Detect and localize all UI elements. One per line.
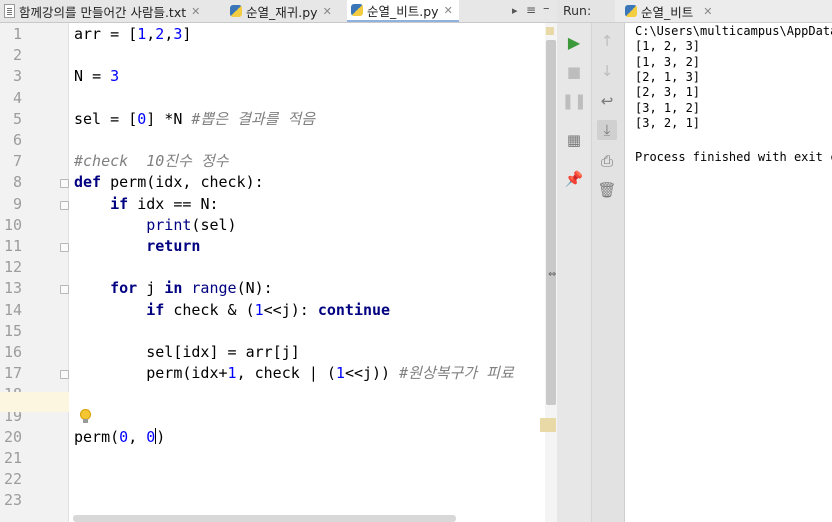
code-editor[interactable]: arr = [1,2,3] N = 3 sel = [0] *N #뽑은 결과를 적… (69, 23, 547, 522)
tab-perm-bit[interactable]: 순열_비트.py ✕ (347, 0, 459, 22)
fold-marker-icon[interactable] (60, 285, 69, 295)
line-number: 14 (3, 300, 22, 319)
line-number: 8 (12, 173, 22, 192)
console-line: C:\Users\multicampus\AppData (635, 24, 832, 38)
tab-people-txt[interactable]: 함께강의를 만들어간 사람들.txt ✕ (4, 0, 200, 22)
run-console[interactable]: C:\Users\multicampus\AppData [1, 2, 3] [1,… (625, 23, 832, 522)
line-number: 23 (3, 491, 22, 510)
fold-marker-icon[interactable] (60, 179, 69, 189)
tab-perm-recursive[interactable]: 순열_재귀.py ✕ (230, 0, 332, 22)
line-number: 10 (3, 215, 22, 234)
run-tab[interactable]: 순열_비트 ✕ (615, 0, 832, 22)
code-line[interactable]: perm(0, 0) (74, 427, 165, 448)
fold-marker-icon[interactable] (60, 370, 69, 380)
close-icon[interactable]: ✕ (703, 5, 712, 18)
fold-marker-icon[interactable] (60, 200, 69, 210)
lightbulb-icon[interactable] (80, 409, 91, 423)
caret-marker (540, 418, 556, 432)
line-number: 22 (3, 470, 22, 489)
console-line: [1, 2, 3] (635, 39, 701, 54)
stop-icon[interactable]: ■ (564, 62, 584, 82)
code-line[interactable]: perm(idx+1, check | (1<<j)) #원상복구가 피료 (74, 363, 514, 384)
run-tab-label: 순열_비트 (641, 4, 694, 20)
close-icon[interactable]: ✕ (191, 5, 200, 18)
run-toolbar-primary: ▶ ■ ❚❚ ▦ 📌 (557, 23, 592, 522)
inspection-marker-icon[interactable] (546, 27, 554, 35)
console-line: [2, 3, 1] (635, 85, 701, 100)
code-line[interactable]: N = 3 (74, 66, 119, 87)
down-arrow-icon[interactable]: ↓ (597, 61, 617, 81)
layout-icon[interactable]: ▦ (564, 130, 584, 150)
fold-marker-icon[interactable] (60, 243, 69, 252)
line-number: 5 (12, 109, 22, 128)
line-number: 12 (3, 258, 22, 277)
console-line: [3, 2, 1] (635, 115, 701, 130)
code-line[interactable]: sel[idx] = arr[j] (74, 342, 300, 363)
editor-tab-bar: 함께강의를 만들어간 사람들.txt ✕ 순열_재귀.py ✕ 순열_비트.py… (0, 0, 557, 23)
rerun-icon[interactable]: ▶ (564, 32, 584, 52)
line-number: 4 (12, 88, 22, 107)
code-line[interactable]: def perm(idx, check): (74, 172, 264, 193)
resize-handle-icon[interactable]: ⇔ (548, 269, 556, 280)
line-number: 1 (12, 25, 22, 43)
soft-wrap-icon[interactable]: ↩ (597, 91, 617, 111)
line-number: 2 (12, 46, 22, 65)
python-file-icon (351, 4, 363, 16)
pin-icon[interactable]: 📌 (564, 169, 584, 189)
line-number: 21 (3, 449, 22, 467)
code-line[interactable]: return (74, 236, 200, 257)
trash-icon[interactable]: 🗑 (597, 180, 617, 200)
tab-label: 함께강의를 만들어간 사람들.txt (19, 4, 187, 20)
line-number: 15 (3, 321, 22, 340)
console-line: [3, 1, 2] (635, 100, 701, 115)
text-file-icon (4, 4, 15, 18)
code-line[interactable]: if check & (1<<j): continue (74, 300, 390, 321)
python-file-icon (230, 5, 242, 17)
minimize-icon[interactable]: – (543, 1, 550, 16)
line-number: 17 (3, 364, 22, 383)
line-number: 13 (3, 279, 22, 298)
tab-label: 순열_재귀.py (246, 4, 318, 20)
line-number: 3 (12, 67, 22, 86)
console-line: [2, 1, 3] (635, 69, 701, 84)
close-icon[interactable]: ✕ (323, 5, 332, 18)
python-file-icon (625, 5, 637, 17)
tab-list-icon[interactable]: ≡ (526, 3, 536, 17)
code-line[interactable]: sel = [0] *N #뽑은 결과를 적음 (74, 109, 315, 130)
code-line[interactable]: for j in range(N): (74, 278, 273, 299)
print-icon[interactable]: ⎙ (597, 151, 617, 171)
tab-label: 순열_비트.py (367, 3, 439, 19)
code-line[interactable]: #check 10진수 정수 (74, 151, 229, 172)
line-number-gutter[interactable]: 1234567891011121314151617181920212223 (0, 23, 69, 522)
tab-scroll-arrow-icon[interactable]: ▸ (512, 4, 518, 17)
code-line[interactable]: print(sel) (74, 215, 236, 236)
up-arrow-icon[interactable]: ↑ (597, 31, 617, 51)
line-number: 20 (3, 427, 22, 446)
line-number: 11 (3, 237, 22, 255)
line-number: 9 (12, 194, 22, 213)
code-line[interactable]: arr = [1,2,3] (74, 24, 191, 45)
scroll-to-end-icon[interactable]: ⤓ (597, 120, 617, 140)
console-line: [1, 3, 2] (635, 54, 701, 69)
line-number: 16 (3, 343, 22, 361)
close-icon[interactable]: ✕ (444, 4, 453, 17)
pause-icon[interactable]: ❚❚ (561, 91, 586, 111)
console-line: Process finished with exit c (635, 150, 832, 165)
code-line[interactable]: if idx == N: (74, 194, 218, 215)
editor-horizontal-scrollbar[interactable] (73, 515, 456, 522)
line-number: 7 (12, 152, 22, 171)
line-number: 6 (12, 131, 22, 149)
run-label: Run: (563, 3, 592, 18)
run-toolbar-secondary: ↑ ↓ ↩ ⤓ ⎙ 🗑 (592, 23, 625, 522)
editor-vertical-scrollbar[interactable] (546, 40, 556, 405)
